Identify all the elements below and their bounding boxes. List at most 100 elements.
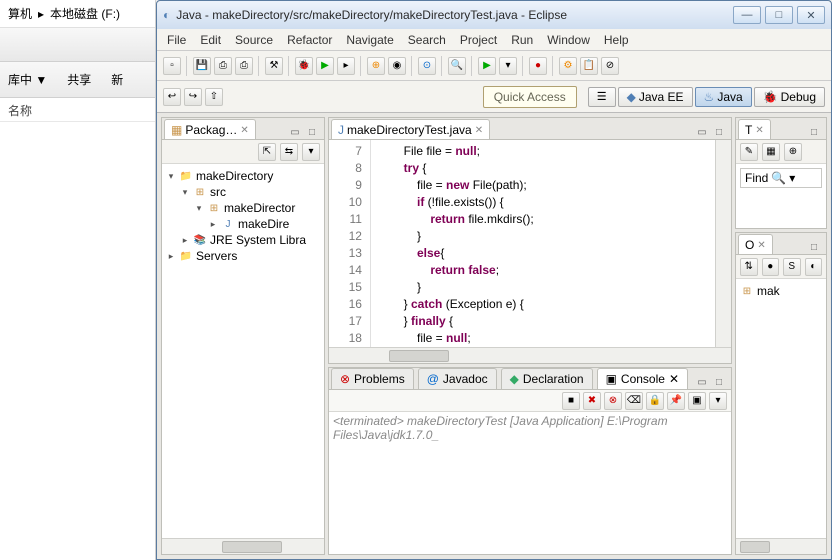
- title-bar[interactable]: ◐ Java - makeDirectory/src/makeDirectory…: [157, 1, 831, 29]
- close-button[interactable]: ✕: [797, 6, 825, 24]
- package-explorer-tab[interactable]: ▦ Packag… ✕: [164, 119, 256, 139]
- task-body[interactable]: Find 🔍 ▾: [736, 164, 826, 228]
- tree-src[interactable]: ▾⊞src: [166, 184, 320, 200]
- pin-console-button[interactable]: 📌: [667, 392, 685, 410]
- search-button[interactable]: 🔍: [448, 57, 466, 75]
- close-icon[interactable]: ✕: [755, 125, 763, 136]
- menu-window[interactable]: Window: [547, 33, 590, 47]
- tab-javadoc[interactable]: @Javadoc: [418, 368, 497, 389]
- scroll-lock-button[interactable]: 🔒: [646, 392, 664, 410]
- outline-tab[interactable]: O✕: [738, 234, 773, 254]
- clear-console-button[interactable]: ⌫: [625, 392, 643, 410]
- breadcrumb-drive[interactable]: 本地磁盘 (F:): [50, 5, 120, 22]
- minimize-view-icon[interactable]: ▭: [695, 375, 709, 389]
- package-tree[interactable]: ▾📁makeDirectory ▾⊞src ▾⊞makeDirector ▸Jm…: [162, 164, 324, 538]
- sort-button[interactable]: ⇅: [740, 258, 758, 276]
- perspective-java-ee[interactable]: ◆Java EE: [618, 87, 693, 107]
- horizontal-scrollbar[interactable]: [736, 538, 826, 554]
- focus-button[interactable]: ⊕: [784, 143, 802, 161]
- task-tab[interactable]: T✕: [738, 119, 771, 139]
- perspective-switcher[interactable]: ☰: [588, 87, 616, 107]
- explorer-file-list[interactable]: [0, 122, 155, 134]
- new-package-button[interactable]: ⊕: [367, 57, 385, 75]
- editor-area[interactable]: 789101112131415161718 File file = null; …: [329, 140, 731, 347]
- remove-all-button[interactable]: ⊗: [604, 392, 622, 410]
- maximize-button[interactable]: □: [765, 6, 793, 24]
- horizontal-scrollbar[interactable]: [162, 538, 324, 554]
- hide-fields-button[interactable]: ●: [762, 258, 780, 276]
- open-task-button[interactable]: 📋: [580, 57, 598, 75]
- debug-button[interactable]: 🐞: [295, 57, 313, 75]
- minimize-view-icon[interactable]: ▭: [695, 125, 709, 139]
- tree-jre[interactable]: ▸📚JRE System Libra: [166, 232, 320, 248]
- view-menu-button[interactable]: ▾: [302, 143, 320, 161]
- maximize-view-icon[interactable]: □: [712, 375, 726, 389]
- tree-servers[interactable]: ▸📁Servers: [166, 248, 320, 264]
- categorize-button[interactable]: ▦: [762, 143, 780, 161]
- menu-project[interactable]: Project: [460, 33, 497, 47]
- vertical-scrollbar[interactable]: [715, 140, 731, 347]
- close-icon[interactable]: ✕: [475, 125, 483, 136]
- tree-package[interactable]: ▾⊞makeDirector: [166, 200, 320, 216]
- tree-java-file[interactable]: ▸JmakeDire: [166, 216, 320, 232]
- cmd-share[interactable]: 共享: [67, 71, 91, 88]
- perspective-debug[interactable]: 🐞Debug: [754, 87, 825, 107]
- tree-project[interactable]: ▾📁makeDirectory: [166, 168, 320, 184]
- outline-body[interactable]: ⊞mak: [736, 279, 826, 538]
- minimize-view-icon[interactable]: ▭: [288, 125, 302, 139]
- display-console-button[interactable]: ▣: [688, 392, 706, 410]
- terminate-button[interactable]: ■: [562, 392, 580, 410]
- ext-tools-button[interactable]: ⚙: [559, 57, 577, 75]
- perspective-java[interactable]: ♨Java: [695, 87, 752, 107]
- menu-source[interactable]: Source: [235, 33, 273, 47]
- find-input[interactable]: Find 🔍 ▾: [740, 168, 822, 188]
- close-icon[interactable]: ✕: [669, 372, 679, 386]
- new-task-button[interactable]: ✎: [740, 143, 758, 161]
- stop-button[interactable]: ●: [529, 57, 547, 75]
- new-button[interactable]: ▫: [163, 57, 181, 75]
- maximize-view-icon[interactable]: □: [712, 125, 726, 139]
- quick-access[interactable]: Quick Access: [483, 86, 577, 108]
- nav-back-button[interactable]: ↩: [163, 88, 181, 106]
- remove-launch-button[interactable]: ✖: [583, 392, 601, 410]
- run-config-button[interactable]: ▾: [499, 57, 517, 75]
- cmd-new[interactable]: 新: [111, 71, 123, 88]
- tab-declaration[interactable]: ◆Declaration: [501, 368, 593, 389]
- open-type-button[interactable]: ⊙: [418, 57, 436, 75]
- menu-edit[interactable]: Edit: [200, 33, 221, 47]
- maximize-view-icon[interactable]: □: [305, 125, 319, 139]
- explorer-column-header[interactable]: 名称: [0, 98, 155, 122]
- save-all-button[interactable]: ⎙: [214, 57, 232, 75]
- nav-up-button[interactable]: ⇧: [205, 88, 223, 106]
- collapse-all-button[interactable]: ⇱: [258, 143, 276, 161]
- menu-help[interactable]: Help: [604, 33, 629, 47]
- close-icon[interactable]: ✕: [240, 125, 248, 136]
- minimize-button[interactable]: —: [733, 6, 761, 24]
- close-icon[interactable]: ✕: [757, 240, 765, 251]
- new-class-button[interactable]: ◉: [388, 57, 406, 75]
- maximize-view-icon[interactable]: □: [807, 125, 821, 139]
- code-content[interactable]: File file = null; try { file = new File(…: [371, 140, 715, 347]
- coverage-button[interactable]: ▸: [337, 57, 355, 75]
- build-button[interactable]: ⚒: [265, 57, 283, 75]
- print-button[interactable]: ⎙: [235, 57, 253, 75]
- menu-search[interactable]: Search: [408, 33, 446, 47]
- open-console-button[interactable]: ▾: [709, 392, 727, 410]
- menu-run[interactable]: Run: [511, 33, 533, 47]
- link-editor-button[interactable]: ⇆: [280, 143, 298, 161]
- console-output[interactable]: <terminated> makeDirectoryTest [Java App…: [329, 412, 731, 554]
- tab-console[interactable]: ▣Console✕: [597, 368, 688, 389]
- outline-item[interactable]: ⊞mak: [740, 283, 822, 299]
- menu-file[interactable]: File: [167, 33, 186, 47]
- menu-navigate[interactable]: Navigate: [346, 33, 393, 47]
- tab-problems[interactable]: ⊗Problems: [331, 368, 414, 389]
- hide-nonpublic-button[interactable]: ◐: [805, 258, 823, 276]
- cmd-library[interactable]: 库中 ▼: [8, 71, 47, 88]
- nav-fwd-button[interactable]: ↪: [184, 88, 202, 106]
- explorer-breadcrumb[interactable]: 算机 ▸ 本地磁盘 (F:): [0, 0, 155, 28]
- horizontal-scrollbar[interactable]: [329, 347, 731, 363]
- menu-refactor[interactable]: Refactor: [287, 33, 332, 47]
- save-button[interactable]: 💾: [193, 57, 211, 75]
- run-last-button[interactable]: ▶: [478, 57, 496, 75]
- maximize-view-icon[interactable]: □: [807, 240, 821, 254]
